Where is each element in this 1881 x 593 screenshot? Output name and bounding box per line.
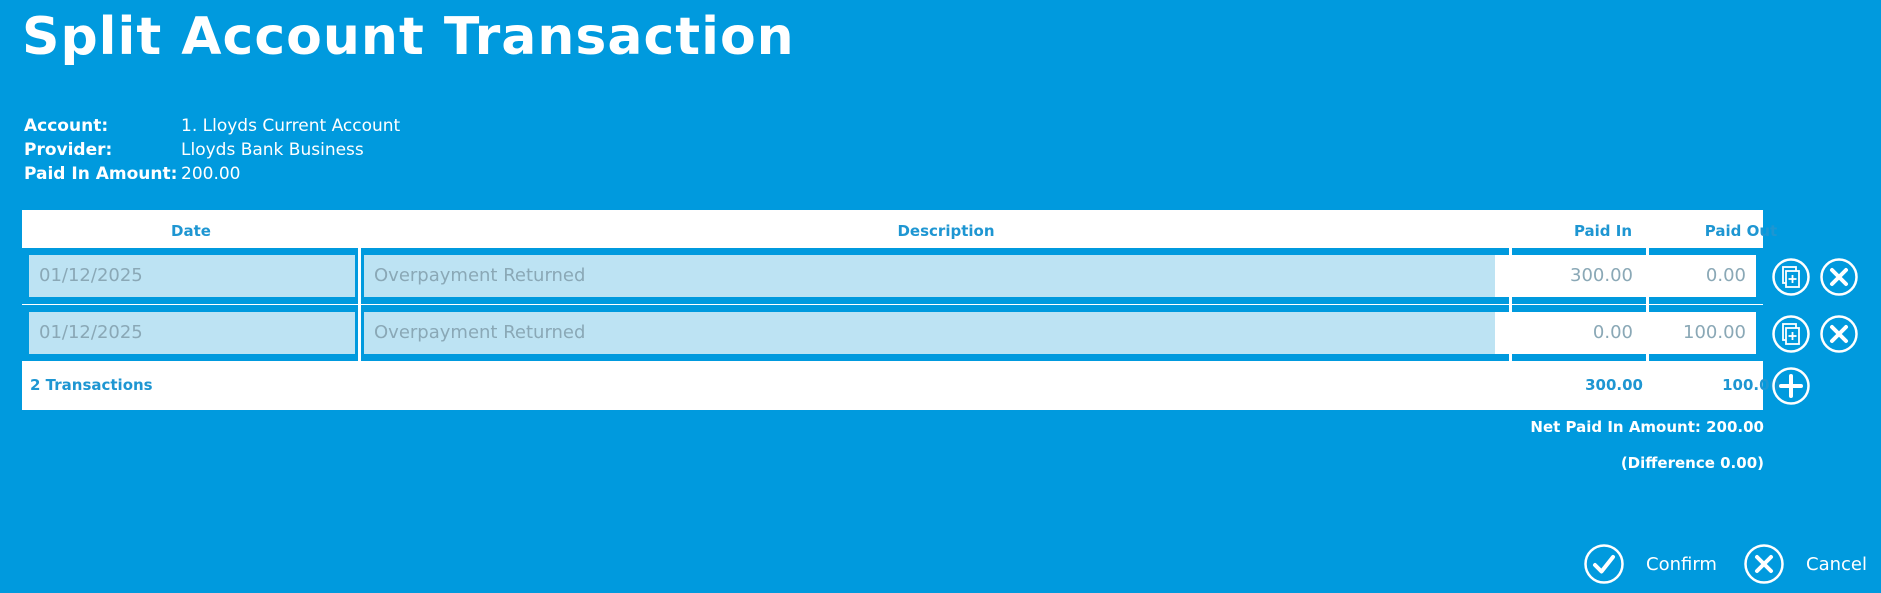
column-header-description: Description bbox=[897, 222, 995, 240]
provider-label: Provider: bbox=[24, 140, 113, 160]
duplicate-row-button[interactable] bbox=[1772, 315, 1810, 353]
column-header-paid-in: Paid In bbox=[1573, 222, 1633, 240]
provider-value: Lloyds Bank Business bbox=[181, 140, 364, 160]
duplicate-icon bbox=[1772, 315, 1810, 353]
paid-out-field[interactable]: 100.00 bbox=[1632, 312, 1756, 354]
plus-icon bbox=[1772, 367, 1810, 405]
table-row: 01/12/2025 Overpayment Returned 300.00 0… bbox=[22, 248, 1763, 304]
total-paid-in: 300.00 bbox=[1585, 376, 1643, 394]
date-field: 01/12/2025 bbox=[29, 255, 355, 297]
cancel-button[interactable]: Cancel bbox=[1744, 544, 1867, 584]
cancel-label: Cancel bbox=[1806, 553, 1867, 575]
delete-row-button[interactable] bbox=[1820, 258, 1858, 296]
page-title: Split Account Transaction bbox=[22, 7, 795, 67]
paid-in-field[interactable]: 0.00 bbox=[1495, 312, 1643, 354]
total-paid-out: 100.00 bbox=[1722, 376, 1780, 394]
duplicate-row-button[interactable] bbox=[1772, 258, 1810, 296]
paid-in-field[interactable]: 300.00 bbox=[1495, 255, 1643, 297]
paid-out-field[interactable]: 0.00 bbox=[1632, 255, 1756, 297]
column-header-paid-out: Paid Out bbox=[1704, 222, 1778, 240]
delete-row-button[interactable] bbox=[1820, 315, 1858, 353]
add-row-button[interactable] bbox=[1772, 367, 1810, 405]
paid-in-amount-row: Paid In Amount: 200.00 bbox=[24, 162, 400, 186]
duplicate-icon bbox=[1772, 258, 1810, 296]
net-paid-in-amount: Net Paid In Amount: 200.00 bbox=[1530, 418, 1764, 436]
paid-in-amount-label: Paid In Amount: bbox=[24, 164, 178, 184]
account-label: Account: bbox=[24, 116, 109, 136]
check-circle-icon bbox=[1584, 544, 1624, 584]
account-info: Account: 1. Lloyds Current Account Provi… bbox=[24, 114, 400, 186]
column-divider bbox=[358, 305, 361, 361]
split-transactions-table: Date Description Paid In Paid Out 01/12/… bbox=[22, 210, 1780, 410]
confirm-label: Confirm bbox=[1646, 553, 1717, 575]
confirm-button[interactable]: Confirm bbox=[1584, 544, 1717, 584]
close-icon bbox=[1820, 315, 1858, 353]
date-field: 01/12/2025 bbox=[29, 312, 355, 354]
paid-in-amount-value: 200.00 bbox=[181, 164, 241, 184]
close-icon bbox=[1820, 258, 1858, 296]
difference-amount: (Difference 0.00) bbox=[1620, 454, 1764, 472]
column-divider bbox=[358, 248, 361, 304]
description-field: Overpayment Returned bbox=[364, 312, 1505, 354]
table-row: 01/12/2025 Overpayment Returned 0.00 100… bbox=[22, 305, 1763, 361]
description-field: Overpayment Returned bbox=[364, 255, 1505, 297]
account-value: 1. Lloyds Current Account bbox=[181, 116, 401, 136]
provider-row: Provider: Lloyds Bank Business bbox=[24, 138, 400, 162]
column-header-date: Date bbox=[171, 222, 211, 240]
account-row: Account: 1. Lloyds Current Account bbox=[24, 114, 400, 138]
close-circle-icon bbox=[1744, 544, 1784, 584]
transaction-count: 2 Transactions bbox=[30, 376, 153, 394]
